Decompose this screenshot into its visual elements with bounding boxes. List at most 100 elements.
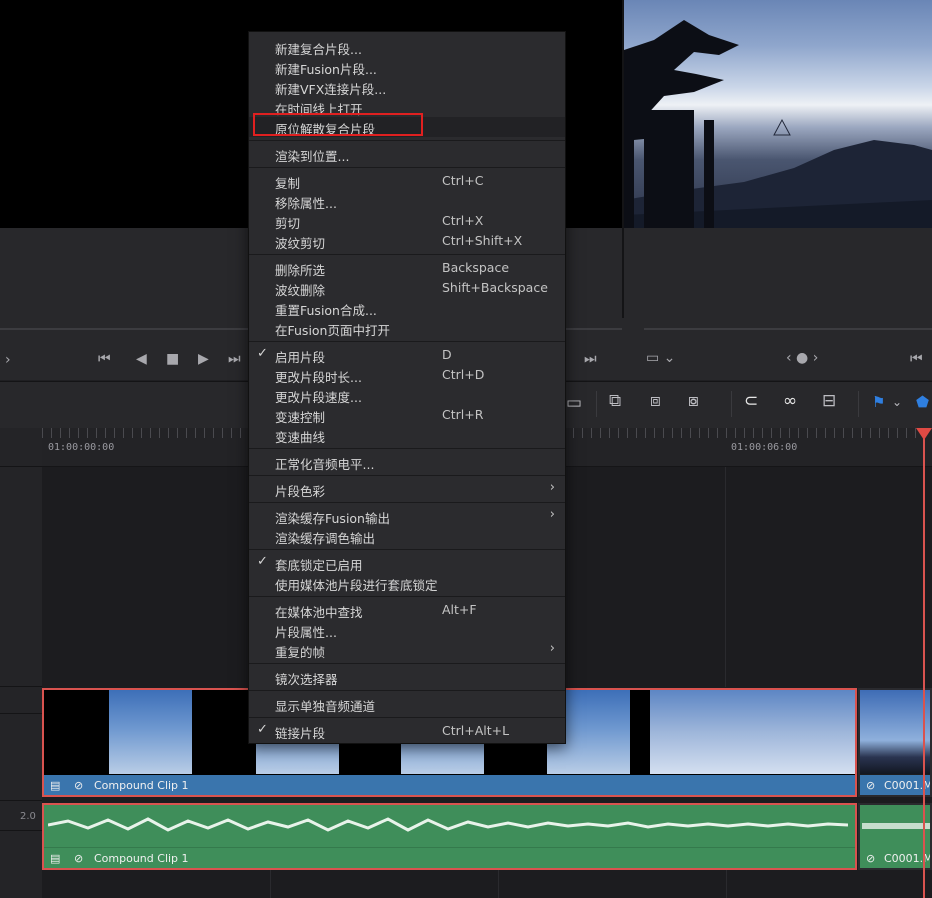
- clip-thumbnail: [109, 690, 192, 774]
- timeline-viewer-footer: [624, 228, 932, 318]
- clip-thumbnail: [860, 690, 930, 774]
- trim-mode-icon[interactable]: ▭: [566, 395, 582, 412]
- overwrite-clip-icon[interactable]: ⧈: [650, 393, 661, 410]
- source-scrub-bar[interactable]: [0, 328, 248, 330]
- checkmark-icon: ✓: [257, 346, 268, 361]
- linked-selection-icon[interactable]: ∞: [783, 393, 797, 410]
- menu-separator: [249, 549, 565, 550]
- menu-item-take-selector[interactable]: 镜次选择器: [249, 667, 565, 687]
- playhead-line[interactable]: [923, 432, 925, 898]
- menu-item-clip-attributes[interactable]: 片段属性...: [249, 620, 565, 640]
- menu-item-retime-curve[interactable]: 变速曲线: [249, 425, 565, 445]
- menu-item-open-in-fusion-page[interactable]: 在Fusion页面中打开: [249, 318, 565, 338]
- track-header-divider: [0, 800, 42, 801]
- menu-item-reset-fusion-comp[interactable]: 重置Fusion合成...: [249, 298, 565, 318]
- video-clip-next[interactable]: ⊘ C0001.MP4: [858, 688, 932, 797]
- menu-separator: [249, 502, 565, 503]
- menu-item-render-cache-color-output[interactable]: 渲染缓存调色输出: [249, 526, 565, 546]
- track-header-divider: [0, 713, 42, 714]
- menu-separator: [249, 596, 565, 597]
- menu-item-cut[interactable]: 剪切 Ctrl+X: [249, 211, 565, 231]
- menu-item-link-clips[interactable]: ✓ 链接片段 Ctrl+Alt+L: [249, 721, 565, 741]
- menu-separator: [249, 690, 565, 691]
- source-scrub-bar-end[interactable]: [566, 328, 622, 330]
- menu-item-change-clip-duration[interactable]: 更改片段时长... Ctrl+D: [249, 365, 565, 385]
- grid-line: [498, 870, 499, 898]
- replace-clip-icon[interactable]: ⧇: [688, 393, 699, 410]
- audio-waveform: [862, 823, 930, 829]
- menu-item-render-cache-fusion-output[interactable]: 渲染缓存Fusion输出 ›: [249, 506, 565, 526]
- ruler-timecode-start: 01:00:00:00: [48, 442, 115, 453]
- chevron-right-icon[interactable]: ›: [5, 353, 11, 367]
- go-to-start-icon[interactable]: ⏮: [98, 352, 111, 366]
- clip-context-menu: 新建复合片段... 新建Fusion片段... 新建VFX连接片段... 在时间…: [248, 31, 566, 744]
- menu-item-render-in-place[interactable]: 渲染到位置...: [249, 144, 565, 164]
- menu-item-ripple-cut[interactable]: 波纹剪切 Ctrl+Shift+X: [249, 231, 565, 251]
- toolbar-divider: [731, 391, 732, 417]
- menu-separator: [249, 717, 565, 718]
- audio-divider: [44, 847, 855, 848]
- go-to-end-icon[interactable]: ⏭: [228, 352, 241, 366]
- menu-item-find-in-media-pool[interactable]: 在媒体池中查找 Alt+F: [249, 600, 565, 620]
- link-icon: ⊘: [866, 852, 876, 865]
- menu-separator: [249, 341, 565, 342]
- toolbar-divider: [858, 391, 859, 417]
- menu-item-new-compound-clip[interactable]: 新建复合片段...: [249, 37, 565, 57]
- audio-clip-next[interactable]: ⊘ C0001.MP4: [858, 803, 932, 870]
- toolbar-divider: [596, 391, 597, 417]
- menu-item-display-individual-audio-channels[interactable]: 显示单独音频通道: [249, 694, 565, 714]
- clip-thumbnail: [650, 690, 778, 774]
- next-frame-icon[interactable]: ⏭: [584, 352, 597, 366]
- link-icon: ⊘: [74, 852, 84, 865]
- menu-item-conform-lock-media-pool[interactable]: 使用媒体池片段进行套底锁定: [249, 573, 565, 593]
- grid-line: [726, 870, 727, 898]
- viewer-frame-image: [624, 20, 932, 228]
- audio-level-label: 2.0: [20, 811, 36, 822]
- track-headers: [0, 428, 43, 898]
- audio-compound-clip[interactable]: ▤ ⊘ Compound Clip 1: [42, 803, 857, 870]
- compound-clip-icon: ▤: [50, 852, 61, 865]
- timeline-go-to-start-icon[interactable]: ⏮: [910, 352, 923, 366]
- play-icon[interactable]: ▶: [198, 352, 209, 366]
- audio-clip-name: Compound Clip 1: [94, 852, 189, 865]
- checkmark-icon: ✓: [257, 554, 268, 569]
- insert-clip-icon[interactable]: ⧉: [609, 393, 621, 410]
- menu-separator: [249, 254, 565, 255]
- submenu-arrow-icon: ›: [549, 507, 555, 522]
- menu-item-normalize-audio-levels[interactable]: 正常化音频电平...: [249, 452, 565, 472]
- compound-clip-icon: ▤: [50, 779, 61, 792]
- menu-item-delete-selected[interactable]: 删除所选 Backspace: [249, 258, 565, 278]
- submenu-arrow-icon: ›: [549, 641, 555, 656]
- menu-item-change-clip-speed[interactable]: 更改片段速度...: [249, 385, 565, 405]
- marker-icon[interactable]: ⬟: [916, 394, 929, 411]
- track-header-divider: [0, 830, 42, 831]
- snapping-icon[interactable]: ⊂: [744, 393, 758, 410]
- menu-item-conform-lock-enabled[interactable]: ✓ 套底锁定已启用: [249, 553, 565, 573]
- menu-item-remove-attributes[interactable]: 移除属性...: [249, 191, 565, 211]
- audio-waveform: [48, 817, 848, 832]
- menu-item-ripple-delete[interactable]: 波纹删除 Shift+Backspace: [249, 278, 565, 298]
- play-reverse-icon[interactable]: ◀: [136, 352, 147, 366]
- menu-item-copy[interactable]: 复制 Ctrl+C: [249, 171, 565, 191]
- playhead-handle[interactable]: [916, 428, 932, 440]
- menu-separator: [249, 475, 565, 476]
- track-header-divider: [0, 686, 42, 687]
- menu-item-clip-color[interactable]: 片段色彩 ›: [249, 479, 565, 499]
- track-header-divider: [0, 466, 42, 467]
- menu-item-enable-clip[interactable]: ✓ 启用片段 D: [249, 345, 565, 365]
- submenu-arrow-icon: ›: [549, 480, 555, 495]
- timeline-viewer[interactable]: [624, 0, 932, 228]
- position-lock-icon[interactable]: ⊟: [822, 393, 836, 410]
- menu-item-duplicate-frames[interactable]: 重复的帧 ›: [249, 640, 565, 660]
- viewer-format-icon[interactable]: ▭ ⌄: [646, 351, 675, 365]
- timeline-scrub-bar[interactable]: [644, 328, 932, 330]
- flag-icon[interactable]: ⚑: [872, 394, 885, 411]
- menu-item-new-fusion-clip[interactable]: 新建Fusion片段...: [249, 57, 565, 77]
- clip-thumbnail: [778, 690, 855, 774]
- playback-nav-icon[interactable]: ‹ ● ›: [786, 351, 818, 365]
- link-icon: ⊘: [74, 779, 84, 792]
- menu-item-new-vfx-connect-clip[interactable]: 新建VFX连接片段...: [249, 77, 565, 97]
- menu-item-retime-controls[interactable]: 变速控制 Ctrl+R: [249, 405, 565, 425]
- stop-icon[interactable]: ■: [166, 352, 179, 366]
- chevron-down-icon[interactable]: ⌄: [892, 394, 902, 411]
